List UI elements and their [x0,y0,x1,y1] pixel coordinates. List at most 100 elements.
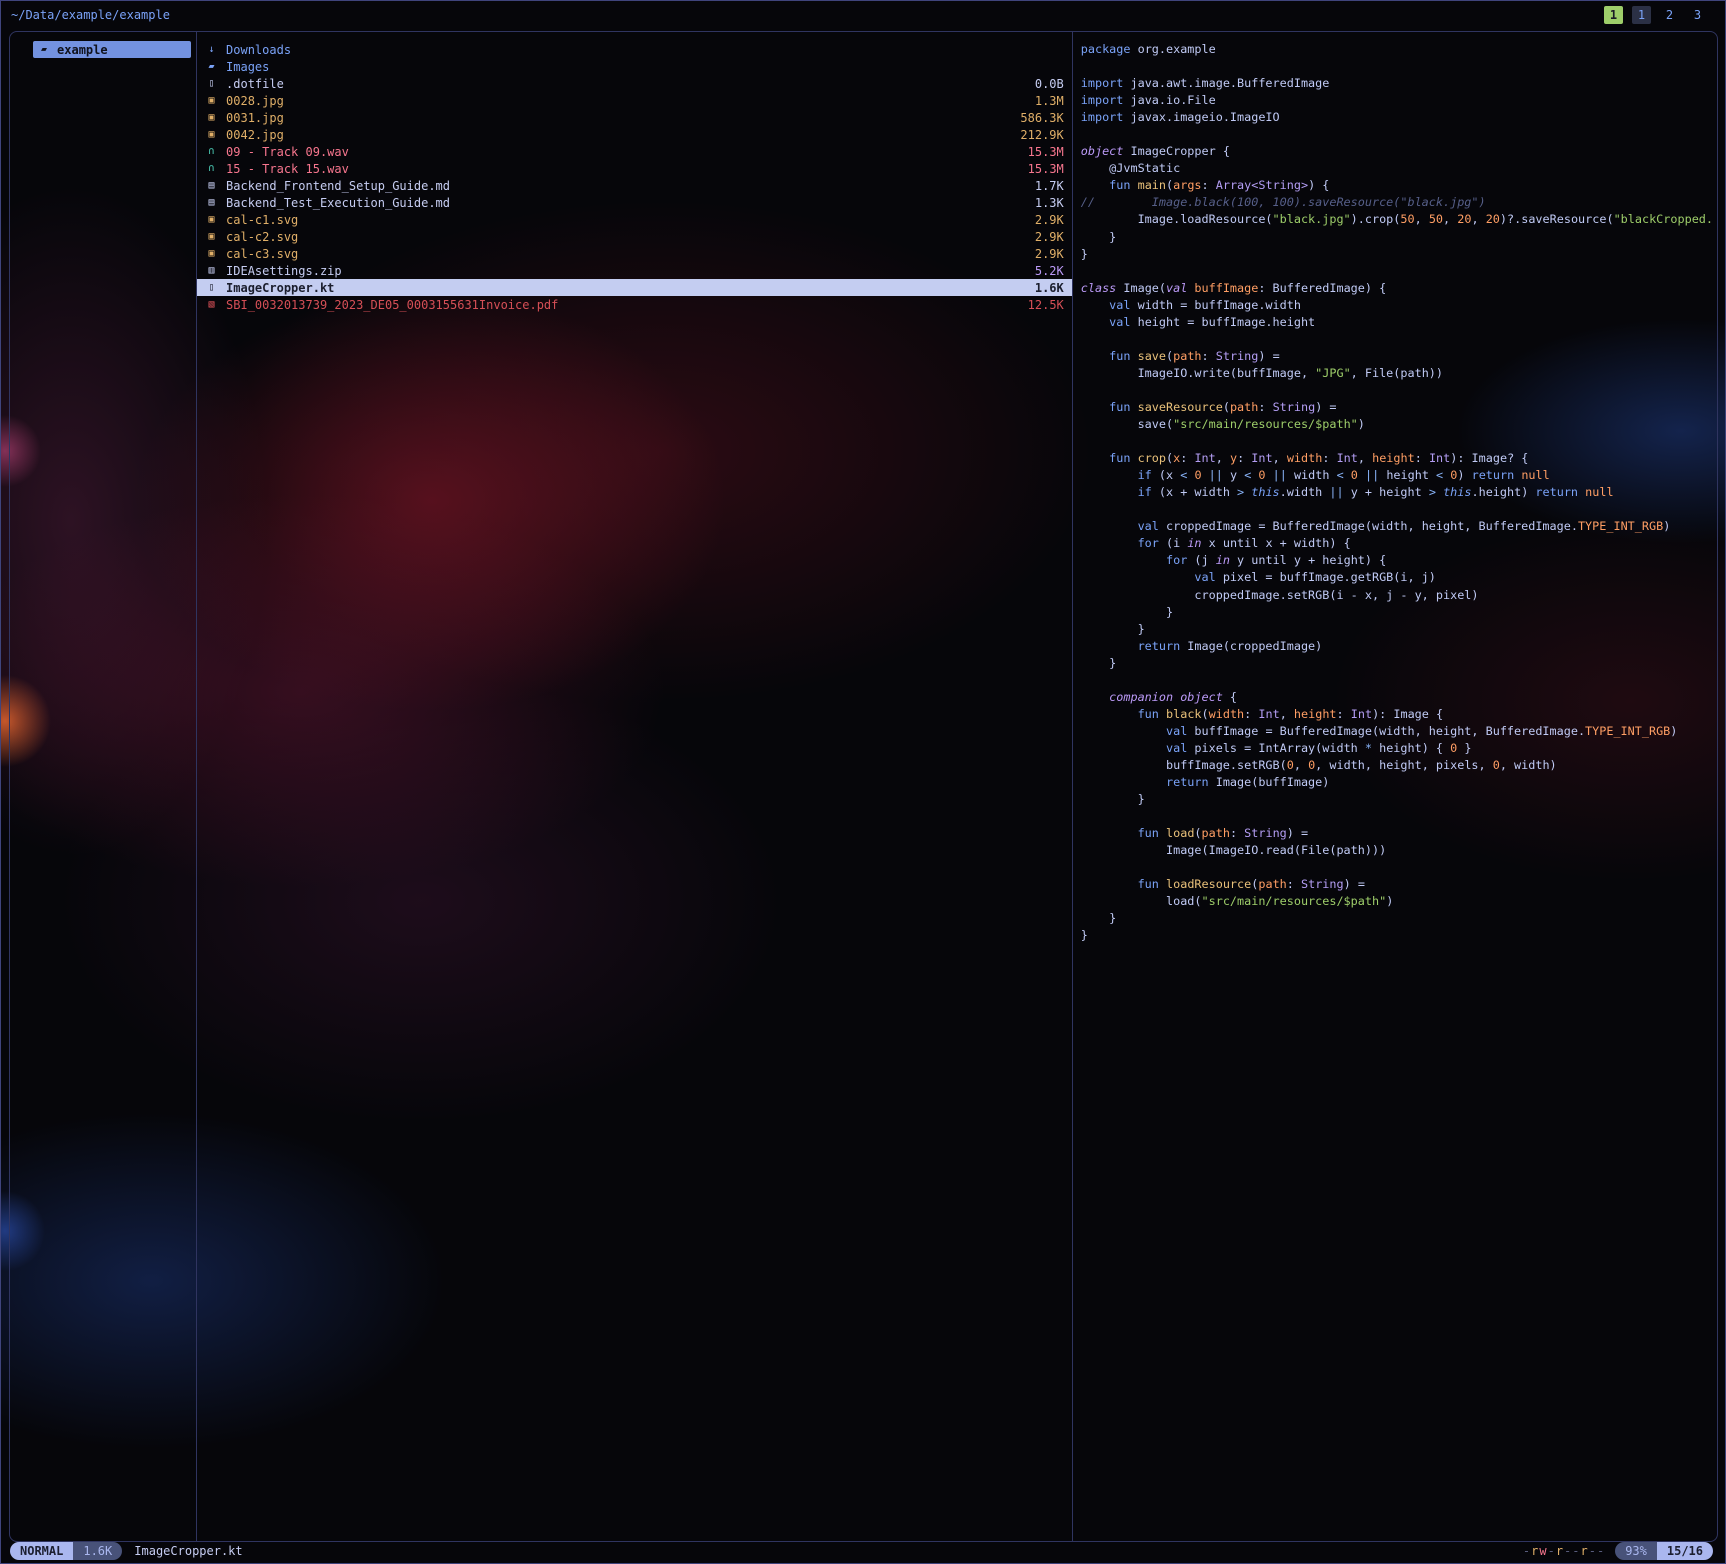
code-line [1081,263,1713,280]
file-row[interactable]: ▯.dotfile0.0B [197,75,1072,92]
file-row[interactable]: ▤Backend_Frontend_Setup_Guide.md1.7K [197,177,1072,194]
file-size: 2.9K [1035,213,1064,227]
file-row[interactable]: ▥ IDEAsettings.zip 5.2K [197,262,1072,279]
file-name: 09 - Track 09.wav [226,145,349,159]
code-line: } [1081,229,1713,246]
file-row[interactable]: ▣cal-c2.svg2.9K [197,228,1072,245]
file-size: 212.9K [1020,128,1063,142]
file-name: cal-c2.svg [226,230,298,244]
file-row[interactable]: ▰Images [197,58,1072,75]
file-name: 0042.jpg [226,128,284,142]
code-line [1081,672,1713,689]
code-line: import java.io.File [1081,92,1713,109]
file-row[interactable]: ▤ Backend_Test_Execution_Guide.md 1.3K [197,194,1072,211]
file-row[interactable]: ↓Downloads [197,41,1072,58]
code-line: fun loadResource(path: String) = [1081,876,1713,893]
file-row[interactable]: ▣cal-c3.svg2.9K [197,245,1072,262]
code-line: } [1081,910,1713,927]
tab-3[interactable]: 2 [1660,6,1679,24]
image-icon: ▣ [205,95,218,106]
status-left: NORMAL 1.6K ImageCropper.kt [10,1542,243,1560]
tab-bar: 1123 [1604,6,1707,24]
file-size: 586.3K [1020,111,1063,125]
file-row[interactable]: ▧SBI_0032013739_2023_DE05_0003155631Invo… [197,296,1072,313]
tab-1[interactable]: 1 [1604,6,1623,24]
code-line: ImageIO.write(buffImage, "JPG", File(pat… [1081,365,1713,382]
code-line [1081,58,1713,75]
code-line: class Image(val buffImage: BufferedImage… [1081,280,1713,297]
image-icon: ▣ [205,112,218,123]
code-line: } [1081,791,1713,808]
code-line: if (x + width > this.width || y + height… [1081,484,1713,501]
code-line: fun saveResource(path: String) = [1081,399,1713,416]
file-name: cal-c3.svg [226,247,298,261]
position-pill: 93% 15/16 [1615,1542,1713,1560]
file-name: IDEAsettings.zip [226,264,342,278]
tab-4[interactable]: 3 [1688,6,1707,24]
code-preview: package org.example import java.awt.imag… [1081,41,1713,944]
file-size-indicator: 1.6K [73,1542,122,1560]
tab-2[interactable]: 1 [1632,6,1651,24]
code-line: val croppedImage = BufferedImage(width, … [1081,518,1713,535]
code-line: val pixel = buffImage.getRGB(i, j) [1081,569,1713,586]
parent-dir-label: example [57,43,108,57]
code-line [1081,126,1713,143]
code-line: } [1081,604,1713,621]
preview-pane: package org.example import java.awt.imag… [1073,32,1717,1541]
file-size: 1.3K [1035,196,1064,210]
code-line: object ImageCropper { [1081,143,1713,160]
code-line: } [1081,655,1713,672]
code-line: fun save(path: String) = [1081,348,1713,365]
code-line: fun load(path: String) = [1081,825,1713,842]
parent-dir-item[interactable]: ▰example [33,41,191,58]
markdown-icon: ▤ [205,197,218,208]
file-row[interactable]: ▯ImageCropper.kt1.6K [197,279,1072,296]
breadcrumb-path: ~/Data/example/example [11,8,170,22]
file-row[interactable]: ▣0028.jpg1.3M [197,92,1072,109]
code-line: if (x < 0 || y < 0 || width < 0 || heigh… [1081,467,1713,484]
code-line: companion object { [1081,689,1713,706]
file-size: 12.5K [1028,298,1064,312]
file-list-pane: ↓Downloads▰Images▯.dotfile0.0B▣0028.jpg1… [196,32,1073,1541]
scroll-percent: 93% [1615,1542,1657,1560]
status-filename: ImageCropper.kt [134,1544,242,1558]
file-size: 15.3M [1028,162,1064,176]
archive-icon: ▥ [205,265,218,276]
code-line: Image.loadResource("black.jpg").crop(50,… [1081,211,1713,228]
download-icon: ↓ [205,44,218,55]
file-row[interactable]: ▣ cal-c1.svg 2.9K [197,211,1072,228]
code-line [1081,382,1713,399]
code-line: for (i in x until x + width) { [1081,535,1713,552]
file-row[interactable]: ▣0042.jpg212.9K [197,126,1072,143]
mode-pill: NORMAL 1.6K [10,1542,122,1560]
file-name: cal-c1.svg [226,213,298,227]
file-size: 0.0B [1035,77,1064,91]
folder-icon: ▰ [205,61,218,72]
code-line: } [1081,246,1713,263]
file-name: ImageCropper.kt [226,281,334,295]
code-line: return Image(buffImage) [1081,774,1713,791]
file-size: 1.7K [1035,179,1064,193]
pdf-icon: ▧ [205,299,218,310]
code-line: buffImage.setRGB(0, 0, width, height, pi… [1081,757,1713,774]
code-line: package org.example [1081,41,1713,58]
code-line: croppedImage.setRGB(i - x, j - y, pixel) [1081,587,1713,604]
audio-icon: ∩ [205,146,218,157]
file-row[interactable]: ∩15 - Track 15.wav15.3M [197,160,1072,177]
mode-indicator: NORMAL [10,1542,73,1560]
file-size: 5.2K [1035,264,1064,278]
file-row[interactable]: ▣0031.jpg586.3K [197,109,1072,126]
image-icon: ▣ [205,214,218,225]
file-size: 1.3M [1035,94,1064,108]
yazi-header: ~/Data/example/example 1123 [1,1,1725,31]
file-size: 15.3M [1028,145,1064,159]
kotlin-file-icon: ▯ [205,282,218,293]
file-name: 15 - Track 15.wav [226,162,349,176]
file-row[interactable]: ∩ 09 - Track 09.wav 15.3M [197,143,1072,160]
cursor-position: 15/16 [1657,1542,1713,1560]
file-name: Backend_Test_Execution_Guide.md [226,196,450,210]
image-icon: ▣ [205,248,218,259]
code-line: save("src/main/resources/$path") [1081,416,1713,433]
code-line [1081,808,1713,825]
code-line: return Image(croppedImage) [1081,638,1713,655]
